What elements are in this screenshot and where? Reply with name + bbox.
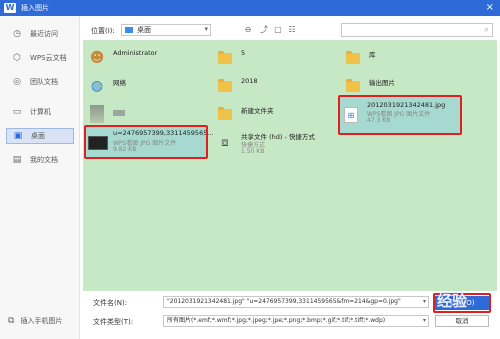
file-size: 1.50 KB (241, 148, 265, 155)
desktop-folder-icon (125, 27, 133, 33)
computer-icon: ▭ (12, 107, 22, 117)
file-item-new-folder[interactable]: 新建文件夹 (213, 100, 333, 128)
library-folder-icon (345, 47, 361, 69)
sidebar-item-recent[interactable]: ◷ 最近访问 (6, 26, 74, 42)
chevron-down-icon: ▾ (422, 298, 426, 305)
location-dropdown[interactable]: 桌面 ▾ (121, 24, 211, 36)
file-item-5[interactable]: 5 (213, 44, 333, 72)
cancel-button[interactable]: 取消 (435, 315, 489, 327)
insert-phone-image-label: 插入手机图片 (20, 317, 63, 325)
highlight-box (338, 95, 462, 135)
footer-bar: 文件名(N): "2012031921342481.jpg" "u=247695… (83, 291, 497, 339)
team-icon: ◎ (13, 77, 21, 87)
location-value: 桌面 (137, 26, 151, 34)
back-icon[interactable]: ⊖ (243, 25, 253, 35)
user-folder-icon: ☻ (89, 50, 105, 66)
file-item-2018[interactable]: 2018 (213, 72, 333, 100)
search-icon: ⌕ (484, 25, 489, 34)
filename-input[interactable]: "2012031921342481.jpg" "u=2476957399,331… (163, 296, 429, 308)
sidebar-item-my-docs[interactable]: ▤ 我的文档 (6, 152, 74, 168)
file-name: 5 (241, 49, 246, 57)
toolbar: 位置(I): 桌面 ▾ ⊖ ⤴ ▢ ☷ ⌕ (83, 22, 497, 40)
filename-label: 文件名(N): (93, 299, 128, 307)
sidebar-item-label: 桌面 (31, 132, 45, 140)
clock-icon: ◷ (13, 29, 21, 39)
close-icon[interactable]: × (486, 0, 494, 16)
file-name: 2018 (241, 77, 258, 85)
file-name: 库 (369, 51, 376, 59)
file-name: 网络 (113, 79, 126, 87)
new-folder-icon[interactable]: ▢ (273, 25, 283, 35)
window-title: 插入图片 (21, 4, 49, 12)
document-icon: ▤ (12, 155, 22, 165)
sidebar-item-computer[interactable]: ▭ 计算机 (6, 104, 74, 120)
desktop-icon: ▣ (13, 131, 23, 141)
blurred-label (113, 110, 125, 116)
filename-value: "2012031921342481.jpg" "u=2476957399,331… (167, 298, 401, 305)
folder-icon (345, 75, 361, 97)
cloud-icon: ⬡ (13, 53, 21, 63)
sidebar-item-label: 我的文档 (30, 156, 58, 164)
insert-phone-image-link[interactable]: ⧉ 插入手机图片 (8, 316, 62, 326)
chevron-down-icon: ▾ (422, 317, 426, 324)
file-name: Administrator (113, 49, 158, 57)
sidebar-item-wps-cloud[interactable]: ⬡ WPS云文档 (6, 50, 74, 66)
sidebar-item-team-docs[interactable]: ◎ 团队文档 (6, 74, 74, 90)
sidebar-item-label: 团队文档 (30, 78, 58, 86)
sidebar-item-label: WPS云文档 (30, 54, 67, 62)
folder-icon (217, 75, 233, 97)
shortcut-icon: ⧈ (221, 134, 229, 149)
file-item-library[interactable]: 库 (341, 44, 461, 72)
file-item-network[interactable]: ◍ 网络 (85, 72, 205, 100)
filetype-label: 文件类型(T): (93, 318, 134, 326)
file-item-administrator[interactable]: ☻ Administrator (85, 44, 205, 72)
sidebar: ◷ 最近访问 ⬡ WPS云文档 ◎ 团队文档 ▭ 计算机 ▣ 桌面 ▤ 我的文档 (0, 16, 80, 339)
view-menu-icon[interactable]: ☷ (287, 25, 297, 35)
chevron-down-icon: ▾ (204, 25, 208, 33)
file-item-blurred[interactable] (85, 100, 205, 128)
up-folder-icon[interactable]: ⤴ (259, 25, 269, 35)
sidebar-item-desktop[interactable]: ▣ 桌面 (6, 128, 74, 144)
phone-icon: ⧉ (8, 316, 15, 326)
filetype-value: 所有图片(*.emf;*.wmf;*.jpg;*.jpeg;*.jpe;*.pn… (167, 317, 386, 324)
highlight-box (84, 125, 208, 159)
filetype-select[interactable]: 所有图片(*.emf;*.wmf;*.jpg;*.jpeg;*.jpe;*.pn… (163, 315, 429, 327)
file-name: 新建文件夹 (241, 107, 274, 115)
title-bar: W 插入图片 × (0, 0, 500, 16)
file-item-shortcut[interactable]: ⧈ 共享文件 (hd) - 快捷方式 快捷方式 1.50 KB (213, 128, 333, 160)
folder-icon (217, 103, 233, 125)
watermark: 经验 (437, 292, 468, 310)
folder-icon (217, 47, 233, 69)
search-input[interactable]: ⌕ (341, 23, 493, 37)
sidebar-item-label: 计算机 (30, 108, 51, 116)
file-name: 输出图片 (369, 79, 395, 87)
network-icon: ◍ (90, 78, 104, 94)
blurred-thumbnail-icon (89, 103, 105, 125)
wps-logo-icon: W (4, 3, 16, 13)
sidebar-item-label: 最近访问 (30, 30, 58, 38)
location-label: 位置(I): (91, 27, 115, 35)
file-list: ☻ Administrator 5 库 ◍ 网络 2018 输出图片 新建文件夹… (83, 40, 497, 291)
